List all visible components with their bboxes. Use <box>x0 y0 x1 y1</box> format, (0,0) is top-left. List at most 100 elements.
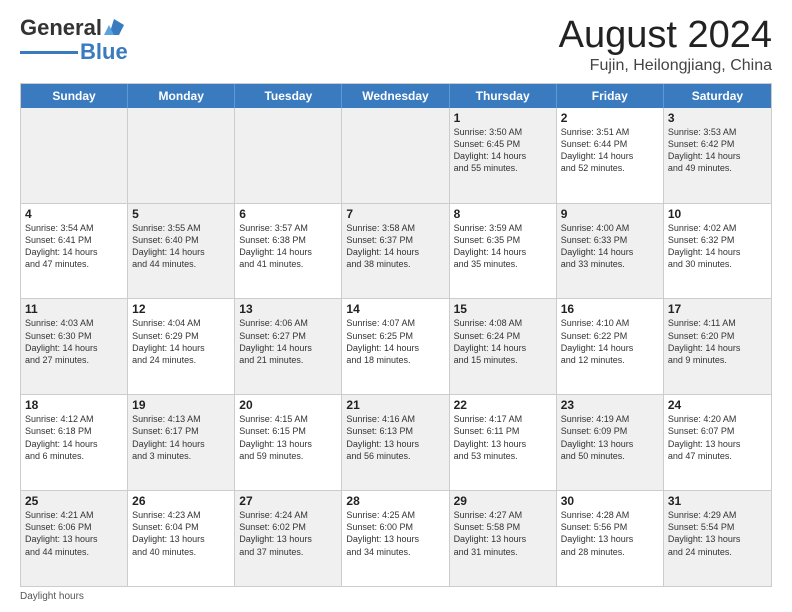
day-info: Sunrise: 3:58 AM Sunset: 6:37 PM Dayligh… <box>346 222 444 271</box>
day-info: Sunrise: 4:19 AM Sunset: 6:09 PM Dayligh… <box>561 413 659 462</box>
calendar-cell: 1Sunrise: 3:50 AM Sunset: 6:45 PM Daylig… <box>450 108 557 203</box>
day-number: 3 <box>668 111 767 125</box>
day-info: Sunrise: 4:21 AM Sunset: 6:06 PM Dayligh… <box>25 509 123 558</box>
calendar-cell <box>342 108 449 203</box>
day-info: Sunrise: 3:57 AM Sunset: 6:38 PM Dayligh… <box>239 222 337 271</box>
day-info: Sunrise: 3:59 AM Sunset: 6:35 PM Dayligh… <box>454 222 552 271</box>
calendar-cell: 24Sunrise: 4:20 AM Sunset: 6:07 PM Dayli… <box>664 395 771 490</box>
calendar-cell: 5Sunrise: 3:55 AM Sunset: 6:40 PM Daylig… <box>128 204 235 299</box>
day-info: Sunrise: 3:54 AM Sunset: 6:41 PM Dayligh… <box>25 222 123 271</box>
calendar-cell: 17Sunrise: 4:11 AM Sunset: 6:20 PM Dayli… <box>664 299 771 394</box>
day-number: 9 <box>561 207 659 221</box>
calendar-cell: 7Sunrise: 3:58 AM Sunset: 6:37 PM Daylig… <box>342 204 449 299</box>
calendar-cell: 25Sunrise: 4:21 AM Sunset: 6:06 PM Dayli… <box>21 491 128 586</box>
day-info: Sunrise: 4:12 AM Sunset: 6:18 PM Dayligh… <box>25 413 123 462</box>
day-number: 29 <box>454 494 552 508</box>
calendar-cell: 31Sunrise: 4:29 AM Sunset: 5:54 PM Dayli… <box>664 491 771 586</box>
calendar-cell: 27Sunrise: 4:24 AM Sunset: 6:02 PM Dayli… <box>235 491 342 586</box>
day-number: 5 <box>132 207 230 221</box>
calendar-cell: 12Sunrise: 4:04 AM Sunset: 6:29 PM Dayli… <box>128 299 235 394</box>
page-subtitle: Fujin, Heilongjiang, China <box>559 57 772 75</box>
day-number: 7 <box>346 207 444 221</box>
day-number: 16 <box>561 302 659 316</box>
day-number: 12 <box>132 302 230 316</box>
day-info: Sunrise: 4:23 AM Sunset: 6:04 PM Dayligh… <box>132 509 230 558</box>
day-info: Sunrise: 4:20 AM Sunset: 6:07 PM Dayligh… <box>668 413 767 462</box>
calendar-cell: 13Sunrise: 4:06 AM Sunset: 6:27 PM Dayli… <box>235 299 342 394</box>
day-number: 1 <box>454 111 552 125</box>
calendar-cell: 3Sunrise: 3:53 AM Sunset: 6:42 PM Daylig… <box>664 108 771 203</box>
weekday-header: Monday <box>128 84 235 108</box>
calendar-cell <box>21 108 128 203</box>
day-info: Sunrise: 4:17 AM Sunset: 6:11 PM Dayligh… <box>454 413 552 462</box>
calendar-cell: 19Sunrise: 4:13 AM Sunset: 6:17 PM Dayli… <box>128 395 235 490</box>
day-info: Sunrise: 4:29 AM Sunset: 5:54 PM Dayligh… <box>668 509 767 558</box>
day-info: Sunrise: 4:06 AM Sunset: 6:27 PM Dayligh… <box>239 317 337 366</box>
day-number: 23 <box>561 398 659 412</box>
day-number: 18 <box>25 398 123 412</box>
header: General Blue August 2024 Fujin, Heilongj… <box>20 15 772 75</box>
calendar-cell: 18Sunrise: 4:12 AM Sunset: 6:18 PM Dayli… <box>21 395 128 490</box>
day-number: 21 <box>346 398 444 412</box>
day-info: Sunrise: 4:24 AM Sunset: 6:02 PM Dayligh… <box>239 509 337 558</box>
day-number: 24 <box>668 398 767 412</box>
calendar-row: 4Sunrise: 3:54 AM Sunset: 6:41 PM Daylig… <box>21 204 771 300</box>
day-number: 20 <box>239 398 337 412</box>
day-number: 10 <box>668 207 767 221</box>
calendar-cell: 28Sunrise: 4:25 AM Sunset: 6:00 PM Dayli… <box>342 491 449 586</box>
day-number: 25 <box>25 494 123 508</box>
day-info: Sunrise: 4:13 AM Sunset: 6:17 PM Dayligh… <box>132 413 230 462</box>
page: General Blue August 2024 Fujin, Heilongj… <box>0 0 792 612</box>
day-number: 30 <box>561 494 659 508</box>
day-number: 15 <box>454 302 552 316</box>
day-info: Sunrise: 3:50 AM Sunset: 6:45 PM Dayligh… <box>454 126 552 175</box>
calendar-cell: 14Sunrise: 4:07 AM Sunset: 6:25 PM Dayli… <box>342 299 449 394</box>
day-number: 14 <box>346 302 444 316</box>
calendar-cell: 4Sunrise: 3:54 AM Sunset: 6:41 PM Daylig… <box>21 204 128 299</box>
day-info: Sunrise: 3:55 AM Sunset: 6:40 PM Dayligh… <box>132 222 230 271</box>
calendar-cell: 26Sunrise: 4:23 AM Sunset: 6:04 PM Dayli… <box>128 491 235 586</box>
weekday-header: Sunday <box>21 84 128 108</box>
day-info: Sunrise: 4:16 AM Sunset: 6:13 PM Dayligh… <box>346 413 444 462</box>
day-info: Sunrise: 4:02 AM Sunset: 6:32 PM Dayligh… <box>668 222 767 271</box>
calendar-cell: 2Sunrise: 3:51 AM Sunset: 6:44 PM Daylig… <box>557 108 664 203</box>
calendar-cell: 11Sunrise: 4:03 AM Sunset: 6:30 PM Dayli… <box>21 299 128 394</box>
footer: Daylight hours <box>20 591 772 602</box>
day-number: 2 <box>561 111 659 125</box>
day-info: Sunrise: 3:51 AM Sunset: 6:44 PM Dayligh… <box>561 126 659 175</box>
day-number: 28 <box>346 494 444 508</box>
weekday-header: Wednesday <box>342 84 449 108</box>
calendar-cell <box>235 108 342 203</box>
day-number: 26 <box>132 494 230 508</box>
calendar-cell: 21Sunrise: 4:16 AM Sunset: 6:13 PM Dayli… <box>342 395 449 490</box>
calendar-cell: 30Sunrise: 4:28 AM Sunset: 5:56 PM Dayli… <box>557 491 664 586</box>
logo-general-text: General <box>20 15 102 41</box>
title-block: August 2024 Fujin, Heilongjiang, China <box>559 15 772 75</box>
day-info: Sunrise: 4:10 AM Sunset: 6:22 PM Dayligh… <box>561 317 659 366</box>
calendar-cell: 10Sunrise: 4:02 AM Sunset: 6:32 PM Dayli… <box>664 204 771 299</box>
calendar-cell: 22Sunrise: 4:17 AM Sunset: 6:11 PM Dayli… <box>450 395 557 490</box>
day-info: Sunrise: 4:03 AM Sunset: 6:30 PM Dayligh… <box>25 317 123 366</box>
calendar-body: 1Sunrise: 3:50 AM Sunset: 6:45 PM Daylig… <box>21 108 771 586</box>
calendar-cell <box>128 108 235 203</box>
calendar-row: 25Sunrise: 4:21 AM Sunset: 6:06 PM Dayli… <box>21 491 771 586</box>
day-number: 4 <box>25 207 123 221</box>
calendar: SundayMondayTuesdayWednesdayThursdayFrid… <box>20 83 772 587</box>
day-number: 31 <box>668 494 767 508</box>
calendar-row: 18Sunrise: 4:12 AM Sunset: 6:18 PM Dayli… <box>21 395 771 491</box>
day-info: Sunrise: 4:28 AM Sunset: 5:56 PM Dayligh… <box>561 509 659 558</box>
weekday-header: Thursday <box>450 84 557 108</box>
day-info: Sunrise: 4:00 AM Sunset: 6:33 PM Dayligh… <box>561 222 659 271</box>
calendar-cell: 20Sunrise: 4:15 AM Sunset: 6:15 PM Dayli… <box>235 395 342 490</box>
daylight-label: Daylight hours <box>20 591 84 602</box>
calendar-cell: 15Sunrise: 4:08 AM Sunset: 6:24 PM Dayli… <box>450 299 557 394</box>
day-number: 6 <box>239 207 337 221</box>
calendar-cell: 16Sunrise: 4:10 AM Sunset: 6:22 PM Dayli… <box>557 299 664 394</box>
calendar-row: 11Sunrise: 4:03 AM Sunset: 6:30 PM Dayli… <box>21 299 771 395</box>
day-number: 27 <box>239 494 337 508</box>
calendar-cell: 9Sunrise: 4:00 AM Sunset: 6:33 PM Daylig… <box>557 204 664 299</box>
weekday-header: Friday <box>557 84 664 108</box>
calendar-cell: 8Sunrise: 3:59 AM Sunset: 6:35 PM Daylig… <box>450 204 557 299</box>
calendar-row: 1Sunrise: 3:50 AM Sunset: 6:45 PM Daylig… <box>21 108 771 204</box>
day-number: 13 <box>239 302 337 316</box>
